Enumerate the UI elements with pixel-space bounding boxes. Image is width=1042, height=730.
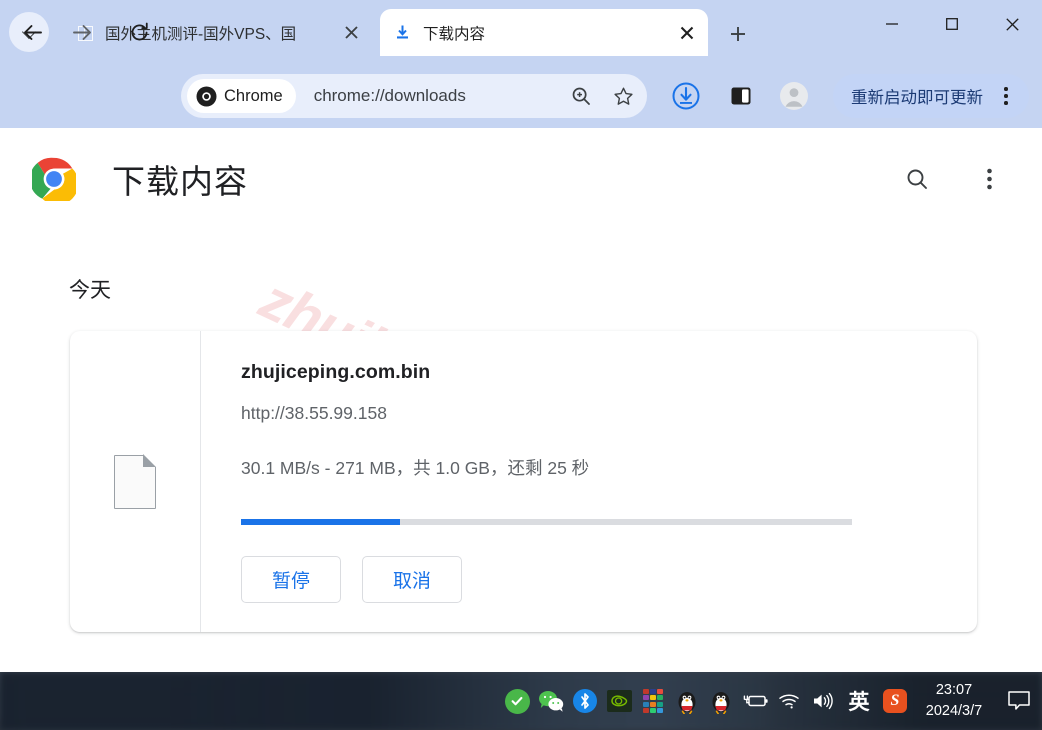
- new-tab-button[interactable]: [721, 17, 755, 51]
- clock-time: 23:07: [935, 681, 973, 698]
- side-panel-icon: [731, 87, 751, 105]
- page-title: 下载内容: [112, 163, 248, 200]
- security-check-icon[interactable]: [500, 672, 534, 730]
- window-controls: [862, 0, 1042, 48]
- tab-close-button[interactable]: [674, 20, 700, 46]
- battery-charging-icon[interactable]: [738, 672, 772, 730]
- download-day-group-label: 今天: [69, 279, 111, 302]
- cancel-button[interactable]: 取消: [362, 556, 462, 603]
- download-progress-bar: [241, 519, 852, 525]
- side-panel-button[interactable]: [721, 76, 761, 116]
- bookmark-star-icon[interactable]: [607, 80, 639, 112]
- search-icon: [907, 169, 927, 189]
- qq-icon-2[interactable]: [704, 672, 738, 730]
- tab-downloads[interactable]: 下载内容: [380, 9, 708, 56]
- nvidia-icon[interactable]: [602, 672, 636, 730]
- downloads-more-button[interactable]: [968, 158, 1010, 200]
- chrome-menu-button[interactable]: [989, 79, 1023, 113]
- update-button-label: 重新启动即可更新: [851, 89, 983, 107]
- pause-button[interactable]: 暂停: [241, 556, 341, 603]
- download-progress-icon: [672, 82, 700, 110]
- tab-close-button[interactable]: [338, 20, 364, 46]
- download-file-icon-area: [70, 331, 201, 632]
- address-bar[interactable]: Chrome chrome://downloads: [181, 74, 647, 118]
- zoom-icon[interactable]: [565, 80, 597, 112]
- url-text[interactable]: chrome://downloads: [314, 86, 565, 106]
- bluetooth-icon[interactable]: [568, 672, 602, 730]
- more-vertical-icon: [986, 168, 992, 190]
- tab-site-review[interactable]: 国外主机测评-国外VPS、国: [62, 9, 372, 56]
- plus-icon: [731, 27, 745, 41]
- download-item-card: zhujiceping.com.bin http://38.55.99.158 …: [70, 331, 977, 632]
- back-button[interactable]: [12, 12, 52, 52]
- ime-language-icon[interactable]: 英: [840, 672, 878, 730]
- close-window-button[interactable]: [982, 0, 1042, 48]
- forward-button[interactable]: [62, 12, 102, 52]
- download-icon: [394, 24, 411, 41]
- download-progress-fill: [241, 519, 400, 525]
- reload-button[interactable]: [119, 12, 159, 52]
- close-icon: [1005, 17, 1019, 31]
- clock-date: 2024/3/7: [925, 703, 983, 719]
- taskbar-clock[interactable]: 23:07 2024/3/7: [912, 672, 996, 730]
- sogou-label: S: [883, 689, 907, 713]
- sogou-input-icon[interactable]: S: [878, 672, 912, 730]
- system-tray: 英 S 23:07 2024/3/7: [500, 672, 1042, 730]
- download-file-name[interactable]: zhujiceping.com.bin: [241, 361, 430, 384]
- maximize-icon: [946, 18, 958, 30]
- minimize-icon: [886, 23, 898, 25]
- generic-file-icon: [114, 454, 157, 509]
- browser-window: 国外主机测评-国外VPS、国 下载内容 Chrome chrome://down…: [0, 0, 1042, 730]
- search-downloads-button[interactable]: [896, 158, 938, 200]
- chrome-logo-icon: [196, 86, 217, 106]
- arrow-right-icon: [72, 24, 91, 40]
- profile-avatar[interactable]: [774, 76, 814, 116]
- download-details: zhujiceping.com.bin http://38.55.99.158 …: [201, 331, 977, 632]
- download-source-url[interactable]: http://38.55.99.158: [241, 403, 387, 424]
- tab-title: 下载内容: [423, 25, 486, 43]
- wechat-icon[interactable]: [534, 672, 568, 730]
- download-actions: 暂停 取消: [241, 556, 462, 603]
- maximize-button[interactable]: [922, 0, 982, 48]
- reload-icon: [131, 22, 148, 40]
- windows-taskbar: 英 S 23:07 2024/3/7: [0, 672, 1042, 730]
- wifi-icon[interactable]: [772, 672, 806, 730]
- update-button[interactable]: 重新启动即可更新: [833, 74, 1029, 118]
- volume-icon[interactable]: [806, 672, 840, 730]
- notification-center-button[interactable]: [996, 672, 1042, 730]
- minimize-button[interactable]: [862, 0, 922, 48]
- avatar-icon: [780, 82, 808, 110]
- ime-label: 英: [848, 691, 870, 714]
- chrome-chip: Chrome: [187, 79, 296, 113]
- qq-icon-1[interactable]: [670, 672, 704, 730]
- download-status-text: 30.1 MB/s - 271 MB，共 1.0 GB，还剩 25 秒: [241, 458, 590, 478]
- downloads-toolbar-button[interactable]: [666, 76, 706, 116]
- notification-icon: [1008, 691, 1030, 710]
- arrow-left-icon: [23, 24, 42, 40]
- color-grid-icon[interactable]: [636, 672, 670, 730]
- chrome-logo-large-icon: [32, 157, 76, 201]
- chrome-chip-label: Chrome: [224, 86, 283, 105]
